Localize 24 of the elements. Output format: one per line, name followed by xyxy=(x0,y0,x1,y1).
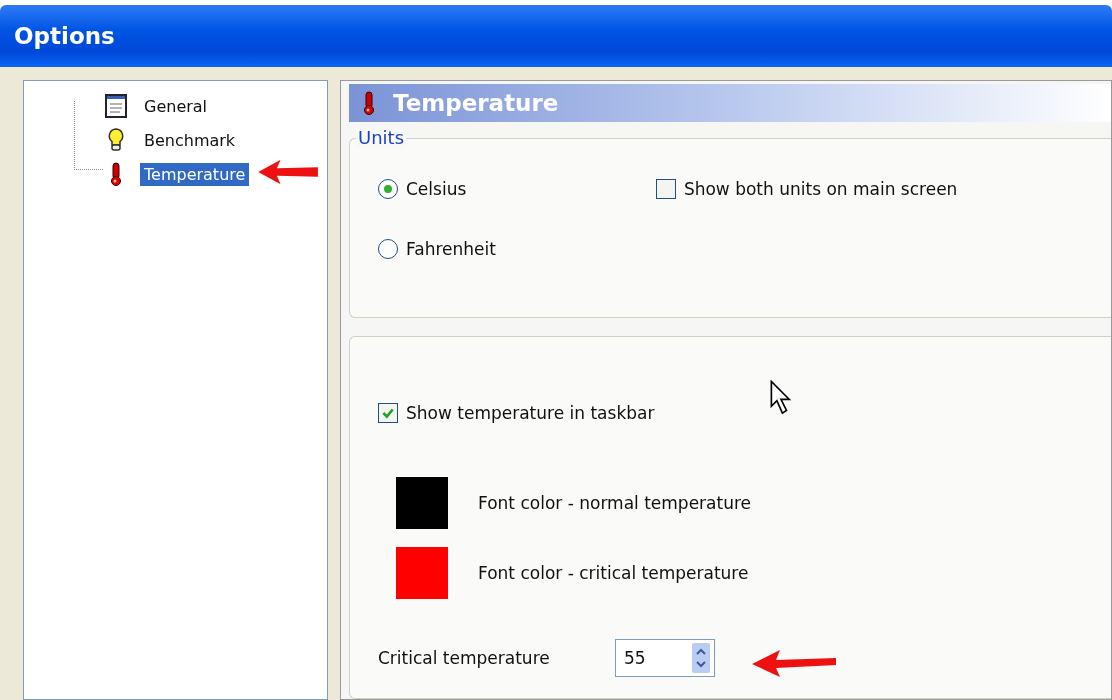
radio-label: Fahrenheit xyxy=(406,239,496,259)
number-spinner[interactable]: 55 xyxy=(615,639,715,677)
tree-item[interactable]: Benchmark xyxy=(140,128,240,152)
field-label: Critical temperature xyxy=(378,648,551,668)
tree-item[interactable]: General xyxy=(140,94,212,118)
spin-arrows-icon[interactable] xyxy=(692,643,710,673)
panel-title: Temperature xyxy=(393,90,559,116)
radio-label: Celsius xyxy=(406,179,467,199)
tree-item[interactable]: Temperature xyxy=(140,162,250,186)
color-label: Font color - normal temperature xyxy=(478,493,752,513)
checkbox-label: Show temperature in taskbar xyxy=(406,403,655,423)
window-title: Options xyxy=(14,23,115,49)
checkbox[interactable] xyxy=(655,179,676,199)
color-swatch[interactable] xyxy=(396,477,448,529)
checkmark-icon xyxy=(381,406,395,420)
color-swatch[interactable] xyxy=(396,547,448,599)
mouse-cursor-icon xyxy=(770,380,792,416)
radio-button[interactable] xyxy=(378,239,398,259)
radio-button[interactable] xyxy=(378,179,398,199)
tree-lines xyxy=(74,101,103,170)
document-icon xyxy=(104,94,128,118)
checkbox-label: Show both units on main screen xyxy=(683,179,958,199)
color-label: Font color - critical temperature xyxy=(478,563,749,583)
checkbox[interactable] xyxy=(378,403,398,423)
